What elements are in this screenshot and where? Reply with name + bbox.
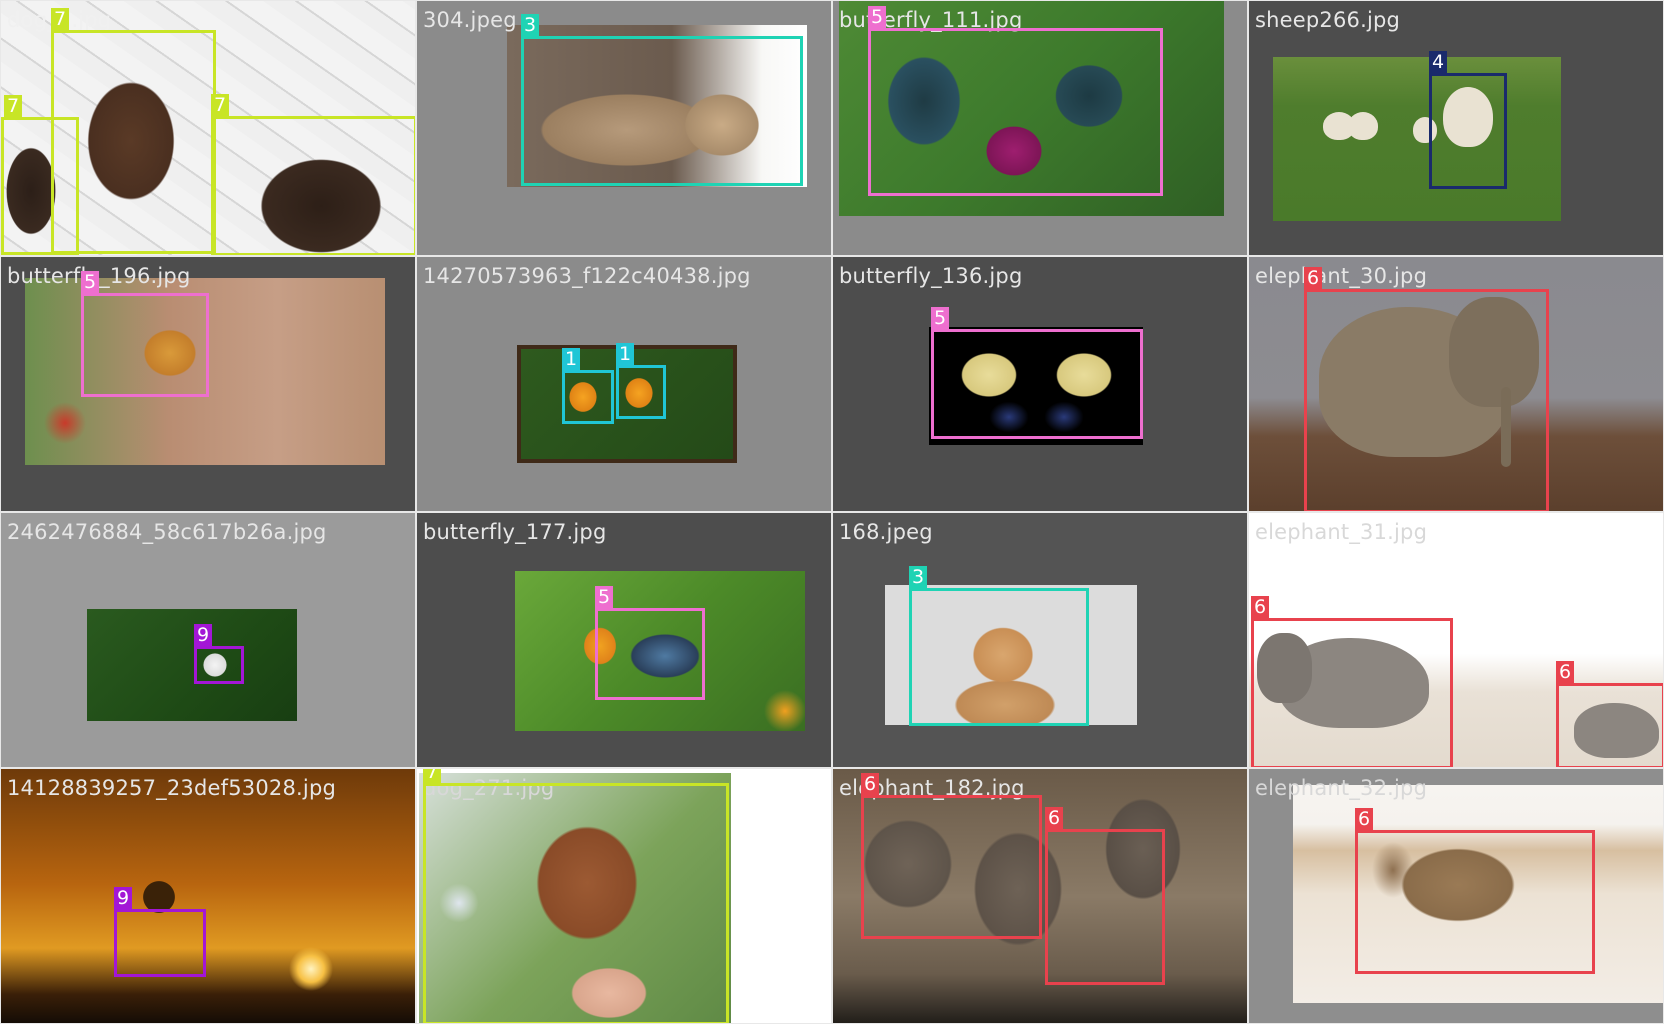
class-tag: 4 xyxy=(1429,51,1448,73)
bbox-dandelion: 9 xyxy=(194,624,244,684)
filename-label: sheep266.jpg xyxy=(1255,8,1401,32)
bbox-butterfly: 5 xyxy=(595,586,705,700)
bbox-dog: 7 xyxy=(1,95,79,255)
bbox-dandelion: 9 xyxy=(114,887,206,977)
tile-168: 168.jpeg 3 xyxy=(832,512,1248,768)
tile-elephant-31: elephant_31.jpg 6 6 xyxy=(1248,512,1664,768)
class-tag: 1 xyxy=(562,348,581,370)
class-tag: 6 xyxy=(1355,808,1374,830)
filename-label: elephant_32.jpg xyxy=(1255,776,1428,800)
class-tag: 6 xyxy=(1304,267,1323,289)
sheep-field-photo xyxy=(1273,57,1561,221)
class-tag: 7 xyxy=(211,94,230,116)
bbox-butterfly: 5 xyxy=(81,271,209,397)
tile-butterfly-136: butterfly_136.jpg 5 xyxy=(832,256,1248,512)
bbox-butterfly: 5 xyxy=(931,307,1143,439)
class-tag: 6 xyxy=(1556,661,1575,683)
bbox-elephant: 6 xyxy=(1556,661,1663,767)
tile-sunset-dandelion: 14128839257_23def53028.jpg 9 xyxy=(0,768,416,1024)
bbox-flower: 1 xyxy=(616,343,666,419)
class-tag: 9 xyxy=(114,887,133,909)
filename-label: butterfly_136.jpg xyxy=(839,264,1023,288)
filename-label: 168.jpeg xyxy=(839,520,933,544)
tile-butterfly-196: butterfly_196.jpg 5 xyxy=(0,256,416,512)
bbox-dog: 7 xyxy=(211,94,415,255)
class-tag: 6 xyxy=(861,773,880,795)
sunset-dandelion-photo xyxy=(1,769,415,1023)
bbox-elephant: 6 xyxy=(1251,596,1453,767)
bbox-cat: 3 xyxy=(909,566,1089,726)
class-tag: 9 xyxy=(194,624,213,646)
detection-mosaic: dog_7.jpg 7 7 7 304.jpeg 3 butterfly_111… xyxy=(0,0,1664,1024)
bbox-elephant: 6 xyxy=(1304,267,1549,511)
class-tag: 1 xyxy=(616,343,635,365)
tile-elephant-32: elephant_32.jpg 6 xyxy=(1248,768,1664,1024)
filename-label: butterfly_177.jpg xyxy=(423,520,607,544)
class-tag: 6 xyxy=(1251,596,1270,618)
bbox-elephant: 6 xyxy=(1045,807,1165,985)
bbox-elephant: 6 xyxy=(1355,808,1595,974)
tile-butterfly-177: butterfly_177.jpg 5 xyxy=(416,512,832,768)
tile-sheep266: sheep266.jpg 4 xyxy=(1248,0,1664,256)
class-tag: 3 xyxy=(909,566,928,588)
class-tag: 3 xyxy=(521,14,540,36)
class-tag: 6 xyxy=(1045,807,1064,829)
lamb xyxy=(1348,112,1378,140)
class-tag: 5 xyxy=(868,6,887,28)
tile-dog-271: dog_271.jpg 7 xyxy=(416,768,832,1024)
filename-label: 2462476884_58c617b26a.jpg xyxy=(7,520,327,544)
class-tag: 7 xyxy=(423,769,442,783)
filename-label: 14128839257_23def53028.jpg xyxy=(7,776,337,800)
filename-label: 14270573963_f122c40438.jpg xyxy=(423,264,751,288)
bbox-dog: 7 xyxy=(423,769,729,1023)
dandelion-photo xyxy=(87,609,297,721)
class-tag: 7 xyxy=(51,8,70,30)
bbox-sheep: 4 xyxy=(1429,51,1507,189)
tile-elephant-182: elephant_182.jpg 6 6 xyxy=(832,768,1248,1024)
bbox-butterfly: 5 xyxy=(868,6,1163,196)
class-tag: 5 xyxy=(595,586,614,608)
filename-label: elephant_31.jpg xyxy=(1255,520,1428,544)
tile-tulips: 14270573963_f122c40438.jpg 1 1 xyxy=(416,256,832,512)
tile-dandelion: 2462476884_58c617b26a.jpg 9 xyxy=(0,512,416,768)
filename-label: elephant_30.jpg xyxy=(1255,264,1428,288)
class-tag: 5 xyxy=(81,271,100,293)
tile-304: 304.jpeg 3 xyxy=(416,0,832,256)
class-tag: 5 xyxy=(931,307,950,329)
tile-butterfly-111: butterfly_111.jpg 5 xyxy=(832,0,1248,256)
filename-label: 304.jpeg xyxy=(423,8,517,32)
class-tag: 7 xyxy=(4,95,23,117)
tile-dog-7: dog_7.jpg 7 7 7 xyxy=(0,0,416,256)
tile-elephant-30: elephant_30.jpg 6 xyxy=(1248,256,1664,512)
bbox-cat: 3 xyxy=(521,14,803,186)
bbox-flower: 1 xyxy=(562,348,614,424)
bbox-elephant: 6 xyxy=(861,773,1042,939)
